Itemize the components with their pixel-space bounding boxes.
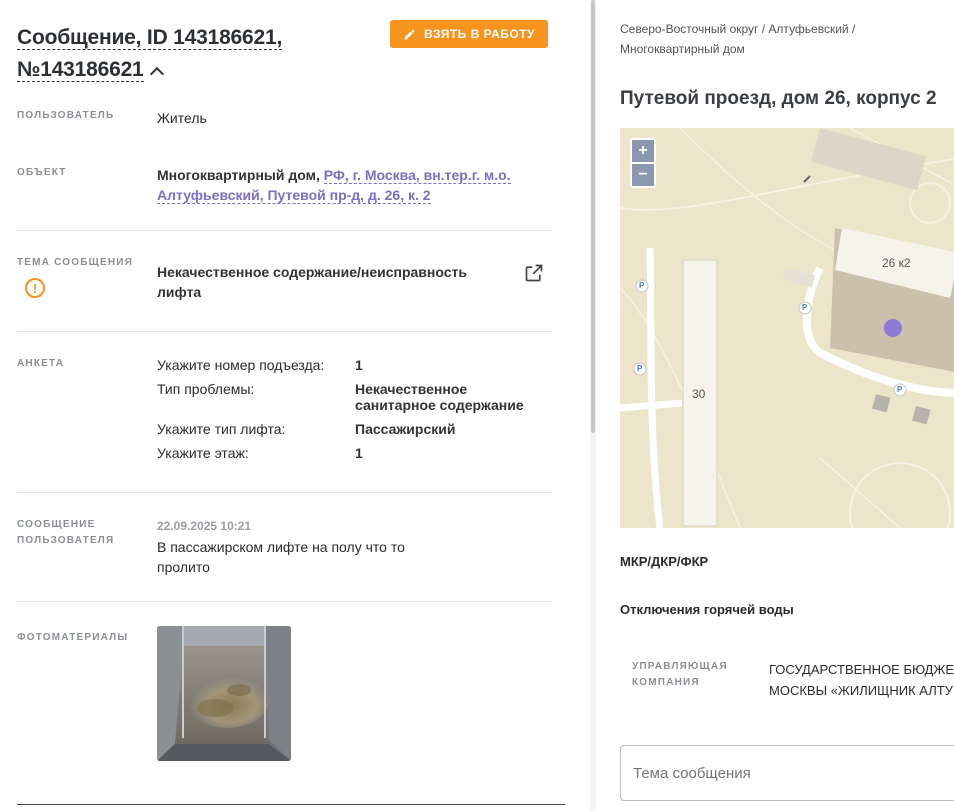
- survey-answer: Пассажирский: [355, 421, 456, 437]
- take-to-work-label: ВЗЯТЬ В РАБОТУ: [423, 27, 535, 41]
- divider: [17, 492, 552, 493]
- elevator-floor-photo: [157, 626, 291, 761]
- user-value: Житель: [157, 110, 207, 126]
- management-company-value-line1: ГОСУДАРСТВЕННОЕ БЮДЖЕ: [769, 662, 954, 677]
- zoom-in-button[interactable]: +: [632, 140, 654, 162]
- management-company-label: УПРАВЛЯЮЩАЯ КОМПАНИЯ: [632, 659, 728, 691]
- topic-value: Некачественное содержание/неисправность …: [157, 264, 467, 300]
- chevron-up-icon[interactable]: [149, 66, 164, 82]
- divider: [17, 331, 552, 332]
- external-link-icon[interactable]: [524, 263, 544, 283]
- divider: [17, 804, 565, 805]
- user-message-label-line2: ПОЛЬЗОВАТЕЛЯ: [17, 535, 115, 546]
- topic-input[interactable]: [620, 745, 954, 801]
- section-hot-water[interactable]: Отключения горячей воды: [620, 602, 794, 617]
- topic-label: ТЕМА СООБЩЕНИЯ: [17, 257, 134, 268]
- user-message-label-line1: СООБЩЕНИЕ: [17, 519, 96, 530]
- management-company-label-line2: КОМПАНИЯ: [632, 677, 700, 688]
- management-company-value: ГОСУДАРСТВЕННОЕ БЮДЖЕ МОСКВЫ «ЖИЛИЩНИК А…: [769, 659, 954, 701]
- object-type: Многоквартирный дом,: [157, 167, 320, 183]
- survey-answer: Некачественное санитарное содержание: [355, 381, 524, 413]
- parking-icon: P: [802, 303, 808, 312]
- scrollbar[interactable]: [590, 0, 596, 811]
- object-address-link[interactable]: РФ, г. Москва, вн.тер.г. м.о.: [323, 167, 511, 184]
- survey-question: Укажите тип лифта:: [157, 421, 286, 437]
- take-to-work-button[interactable]: ВЗЯТЬ В РАБОТУ: [390, 20, 548, 48]
- message-title: Сообщение, ID 143186621, №143186621: [17, 22, 377, 86]
- parking-icon: P: [897, 385, 903, 394]
- zoom-out-button[interactable]: −: [632, 164, 654, 186]
- map-zoom-control: + −: [630, 138, 656, 188]
- object-address-link-cont[interactable]: Алтуфьевский, Путевой пр-д, д. 26, к. 2: [157, 187, 431, 204]
- object-label: ОБЪЕКТ: [17, 167, 67, 178]
- management-company-value-line2: МОСКВЫ «ЖИЛИЩНИК АЛТУ: [769, 683, 953, 698]
- survey-question: Укажите этаж:: [157, 445, 249, 461]
- survey-question: Укажите номер подъезда:: [157, 357, 325, 373]
- breadcrumb[interactable]: Северо-Восточный округ / Алтуфьевский / …: [620, 19, 940, 59]
- survey-answer: 1: [355, 357, 363, 373]
- message-panel: Сообщение, ID 143186621, №143186621 ВЗЯТ…: [0, 0, 590, 811]
- user-message-label: СООБЩЕНИЕ ПОЛЬЗОВАТЕЛЯ: [17, 517, 114, 549]
- building-label-main: 26 к2: [882, 256, 911, 270]
- user-label: ПОЛЬЗОВАТЕЛЬ: [17, 110, 115, 121]
- object-address-title: Путевой проезд, дом 26, корпус 2: [620, 88, 937, 109]
- message-title-line1[interactable]: Сообщение, ID 143186621,: [17, 26, 282, 50]
- object-info-panel: Северо-Восточный округ / Алтуфьевский / …: [598, 0, 954, 811]
- section-mkr[interactable]: МКР/ДКР/ФКР: [620, 554, 708, 569]
- message-date: 22.09.2025 10:21: [157, 519, 252, 533]
- message-title-line2[interactable]: №143186621: [17, 58, 144, 82]
- parking-icon: P: [639, 281, 645, 290]
- message-text: В пассажирском лифте на полу что то прол…: [157, 539, 405, 575]
- object-value: Многоквартирный дом, РФ, г. Москва, вн.т…: [157, 165, 537, 205]
- survey-label: АНКЕТА: [17, 358, 65, 369]
- scrollbar-thumb[interactable]: [591, 0, 595, 433]
- survey-answer: 1: [355, 445, 363, 461]
- parking-icon: P: [637, 364, 643, 373]
- management-company-label-line1: УПРАВЛЯЮЩАЯ: [632, 661, 728, 672]
- map-canvas: [620, 128, 954, 528]
- warning-icon: !: [25, 278, 45, 298]
- map[interactable]: + − 26 к2 30 P P P P: [620, 128, 954, 528]
- pencil-icon: [404, 29, 415, 39]
- divider: [17, 230, 552, 231]
- survey-question: Тип проблемы:: [157, 381, 255, 397]
- photo-thumbnail[interactable]: [157, 626, 291, 761]
- photos-label: ФОТОМАТЕРИАЛЫ: [17, 632, 129, 643]
- building-label-side: 30: [692, 387, 706, 401]
- divider: [17, 601, 552, 602]
